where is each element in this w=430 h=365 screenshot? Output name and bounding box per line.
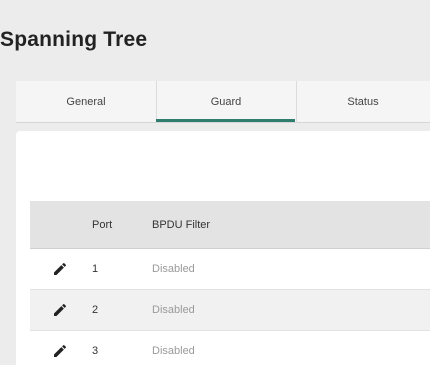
cell-bpdu-filter: Disabled — [152, 304, 195, 316]
edit-pencil-icon[interactable] — [52, 261, 68, 277]
tab-status[interactable]: Status — [296, 81, 430, 123]
cell-port: 3 — [92, 345, 99, 357]
edit-pencil-icon[interactable] — [52, 302, 68, 318]
port-table: Port BPDU Filter 1 Disabled 2 Disabled 3… — [30, 201, 430, 365]
tab-guard[interactable]: Guard — [156, 81, 296, 123]
page-title: Spanning Tree — [0, 28, 148, 51]
tab-bar: General Guard Status — [16, 81, 430, 123]
cell-port: 1 — [92, 263, 99, 275]
cell-bpdu-filter: Disabled — [152, 263, 195, 275]
table-row: 2 Disabled — [30, 290, 430, 331]
column-header-port[interactable]: Port — [92, 201, 112, 249]
cell-bpdu-filter: Disabled — [152, 345, 195, 357]
edit-pencil-icon[interactable] — [52, 343, 68, 359]
table-row: 1 Disabled — [30, 249, 430, 290]
tab-general[interactable]: General — [16, 81, 156, 123]
column-header-bpdu-filter[interactable]: BPDU Filter — [152, 201, 210, 249]
table-header: Port BPDU Filter — [30, 201, 430, 249]
page: Spanning Tree General Guard Status Port … — [0, 0, 430, 365]
cell-port: 2 — [92, 304, 99, 316]
table-row: 3 Disabled — [30, 331, 430, 365]
active-tab-indicator — [156, 119, 295, 122]
